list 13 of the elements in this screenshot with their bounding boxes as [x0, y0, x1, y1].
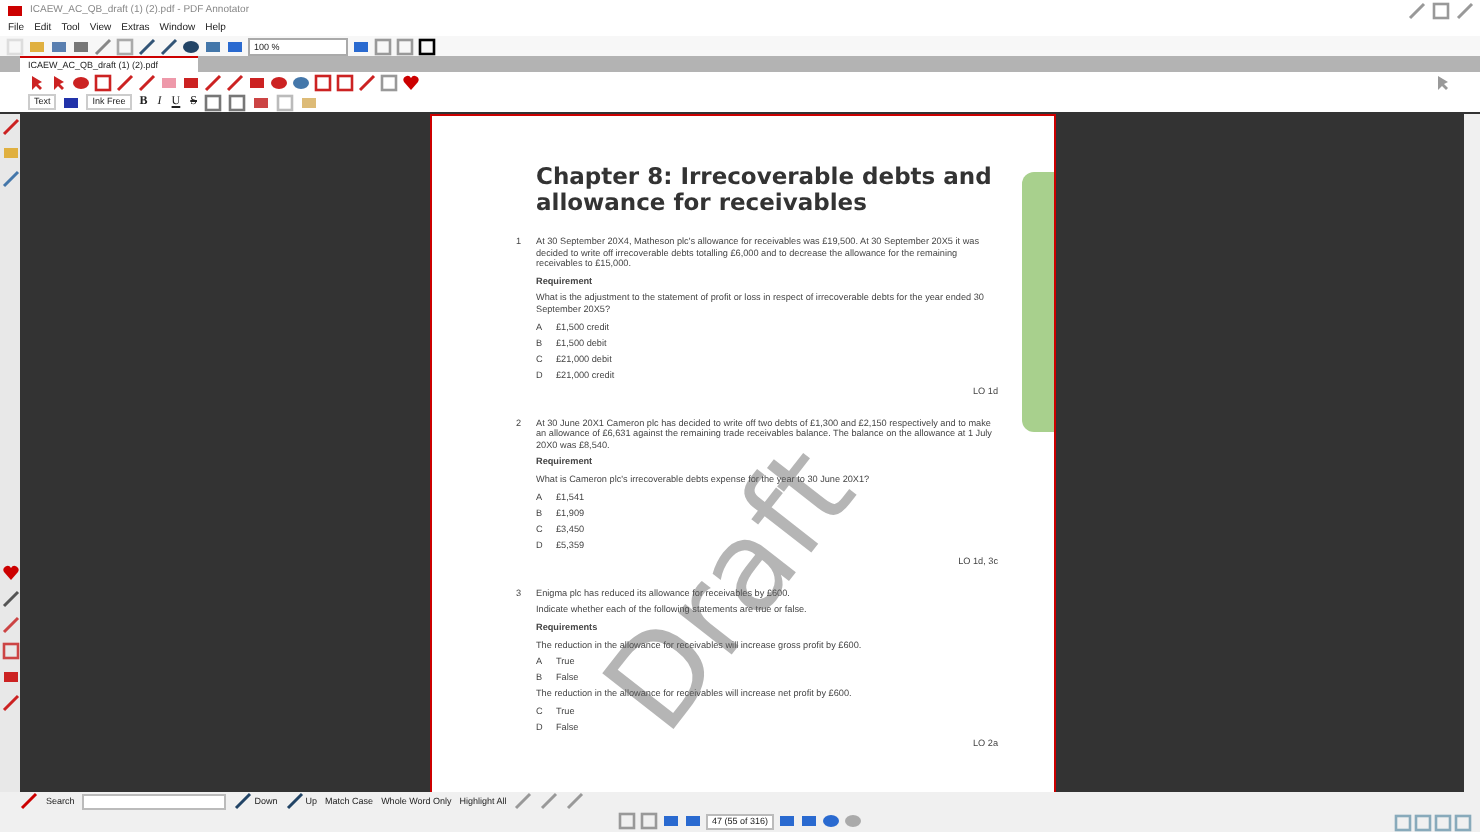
search-field[interactable] [82, 793, 227, 809]
cursor-icon[interactable] [1434, 73, 1452, 91]
heart-icon[interactable] [402, 73, 420, 91]
ellipse-icon[interactable] [270, 73, 288, 91]
minimize-icon[interactable] [1408, 1, 1426, 19]
maximize-icon[interactable] [1432, 1, 1450, 19]
chapter-title: Chapter 8: Irrecoverable debts and allowance for receivables [536, 164, 994, 216]
app-logo-icon [6, 1, 24, 19]
line-icon[interactable] [226, 73, 244, 91]
pen-icon[interactable] [1, 118, 19, 136]
line-icon[interactable] [204, 73, 222, 91]
heart-icon[interactable] [1, 564, 19, 582]
pen-icon[interactable] [1, 694, 19, 712]
